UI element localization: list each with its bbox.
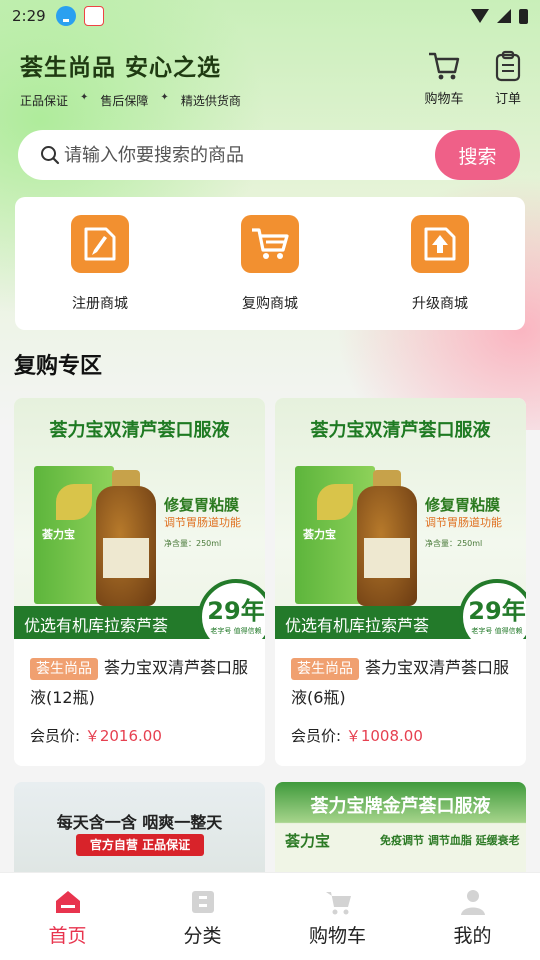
product-net-content: 净含量：250ml xyxy=(164,539,222,548)
member-price-label: 会员价: xyxy=(30,727,81,745)
product-box-brand: 荟力宝 xyxy=(42,528,75,541)
quick-entry-label: 复购商城 xyxy=(242,296,298,312)
orders-label: 订单 xyxy=(494,92,521,107)
leaf-logo-icon xyxy=(56,484,92,520)
promo-headline: 荟力宝牌金芦荟口服液 xyxy=(310,796,491,817)
year-badge-sub: 老字号 值得信赖 xyxy=(471,627,523,635)
product-info: 荟生尚品 荟力宝双清芦荟口服液(12瓶) 会员价: ￥2016.00 xyxy=(14,639,265,746)
cart-label: 购物车 xyxy=(424,92,464,107)
page-title: 荟生尚品 安心之选 xyxy=(20,55,222,81)
cart-button[interactable]: 购物车 xyxy=(414,50,474,107)
tab-category[interactable]: 分类 xyxy=(135,873,270,960)
upgrade-document-icon xyxy=(411,215,469,273)
user-icon xyxy=(460,890,485,915)
product-name: 荟生尚品 荟力宝双清芦荟口服液(6瓶) xyxy=(291,653,510,713)
quick-entry-upgrade[interactable]: 升级商城 xyxy=(355,197,525,330)
member-price-row: 会员价: ￥2016.00 xyxy=(30,725,249,746)
app-notification-icon xyxy=(83,6,104,26)
quick-entry-label: 升级商城 xyxy=(412,296,468,312)
tab-profile[interactable]: 我的 xyxy=(405,873,540,960)
tag-genuine: 正品保证 xyxy=(20,94,69,108)
product-subclaim: 调节胃肠道功能 xyxy=(164,516,241,529)
tab-label: 分类 xyxy=(183,925,222,947)
product-net-content: 净含量：250ml xyxy=(425,539,483,548)
year-badge-sub: 老字号 值得信赖 xyxy=(210,627,262,635)
tab-cart[interactable]: 购物车 xyxy=(270,873,405,960)
product-image-headline: 荟力宝双清芦荟口服液 xyxy=(310,420,491,441)
tag-after-sales: 售后保障 xyxy=(100,94,149,108)
member-price-row: 会员价: ￥1008.00 xyxy=(291,725,510,746)
product-image: 荟力宝双清芦荟口服液 荟力宝 修复胃粘膜 调节胃肠道功能 净含量：250ml 优… xyxy=(275,398,526,639)
category-icon xyxy=(191,891,214,913)
quick-entry-repurchase[interactable]: 复购商城 xyxy=(185,197,355,330)
status-time: 2:29 xyxy=(12,7,46,25)
cart-icon xyxy=(325,892,351,915)
battery-icon xyxy=(519,8,528,24)
product-claim: 修复胃粘膜 xyxy=(425,496,501,514)
product-info: 荟生尚品 荟力宝双清芦荟口服液(6瓶) 会员价: ￥1008.00 xyxy=(275,639,526,746)
home-icon xyxy=(55,891,80,913)
bottle-label xyxy=(103,538,149,578)
promo-headline: 每天含一含 咽爽一整天 xyxy=(56,813,223,832)
product-claim: 修复胃粘膜 xyxy=(164,496,240,514)
member-price: ￥2016.00 xyxy=(84,727,162,745)
tab-home[interactable]: 首页 xyxy=(0,873,135,960)
year-badge-value: 29年 xyxy=(468,597,526,625)
promo-sub: 免疫调节 调节血脂 延缓衰老 xyxy=(380,834,520,847)
separator-icon: ✦ xyxy=(160,92,169,103)
bottom-tab-bar: 首页 分类 购物车 我的 xyxy=(0,872,540,960)
product-tag: 荟生尚品 xyxy=(30,658,98,680)
cart-icon xyxy=(429,52,460,80)
promo-card[interactable]: 每天含一含 咽爽一整天 官方自营 正品保证 xyxy=(14,782,265,872)
product-card[interactable]: 荟力宝双清芦荟口服液 荟力宝 修复胃粘膜 调节胃肠道功能 净含量：250ml 优… xyxy=(275,398,526,766)
download-icon xyxy=(55,6,76,26)
year-badge-value: 29年 xyxy=(207,597,265,625)
product-tag: 荟生尚品 xyxy=(291,658,359,680)
product-image-headline: 荟力宝双清芦荟口服液 xyxy=(49,420,230,441)
member-price: ￥1008.00 xyxy=(345,727,423,745)
product-image: 荟力宝双清芦荟口服液 荟力宝 修复胃粘膜 调节胃肠道功能 净含量：250ml 优… xyxy=(14,398,265,639)
product-subclaim: 调节胃肠道功能 xyxy=(425,516,502,529)
search-icon xyxy=(41,146,60,165)
wifi-icon xyxy=(471,9,489,23)
quick-entry-card: 注册商城 复购商城 升级商城 xyxy=(15,197,525,330)
clipboard-icon xyxy=(495,50,521,82)
product-name: 荟生尚品 荟力宝双清芦荟口服液(12瓶) xyxy=(30,653,249,713)
tab-label: 购物车 xyxy=(308,925,366,947)
year-badge: 29年 老字号 值得信赖 xyxy=(459,579,526,639)
shopping-cart-icon xyxy=(241,215,299,273)
edit-document-icon xyxy=(71,215,129,273)
section-title: 复购专区 xyxy=(14,354,103,379)
product-box-brand: 荟力宝 xyxy=(303,528,336,541)
tab-label: 首页 xyxy=(48,925,87,947)
search-button[interactable]: 搜索 xyxy=(435,130,520,180)
brand-tags: 正品保证 ✦ 售后保障 ✦ 精选供货商 xyxy=(20,92,241,109)
tag-suppliers: 精选供货商 xyxy=(180,94,241,108)
year-badge: 29年 老字号 值得信赖 xyxy=(198,579,265,639)
status-bar: 2:29 xyxy=(0,0,540,32)
orders-button[interactable]: 订单 xyxy=(478,50,538,107)
signal-icon xyxy=(497,9,511,23)
search-input[interactable] xyxy=(60,130,435,180)
separator-icon: ✦ xyxy=(80,92,89,103)
bottle-label xyxy=(364,538,410,578)
promo-pill: 官方自营 正品保证 xyxy=(76,834,204,856)
member-price-label: 会员价: xyxy=(291,727,342,745)
tab-label: 我的 xyxy=(453,925,492,947)
product-card[interactable]: 荟力宝双清芦荟口服液 荟力宝 修复胃粘膜 调节胃肠道功能 净含量：250ml 优… xyxy=(14,398,265,766)
search-bar: 搜索 xyxy=(18,130,520,180)
quick-entry-register[interactable]: 注册商城 xyxy=(15,197,185,330)
leaf-logo-icon xyxy=(317,484,353,520)
quick-entry-label: 注册商城 xyxy=(72,296,128,312)
promo-card[interactable]: 荟力宝牌金芦荟口服液 荟力宝 免疫调节 调节血脂 延缓衰老 xyxy=(275,782,526,872)
promo-brand: 荟力宝 xyxy=(285,832,331,850)
